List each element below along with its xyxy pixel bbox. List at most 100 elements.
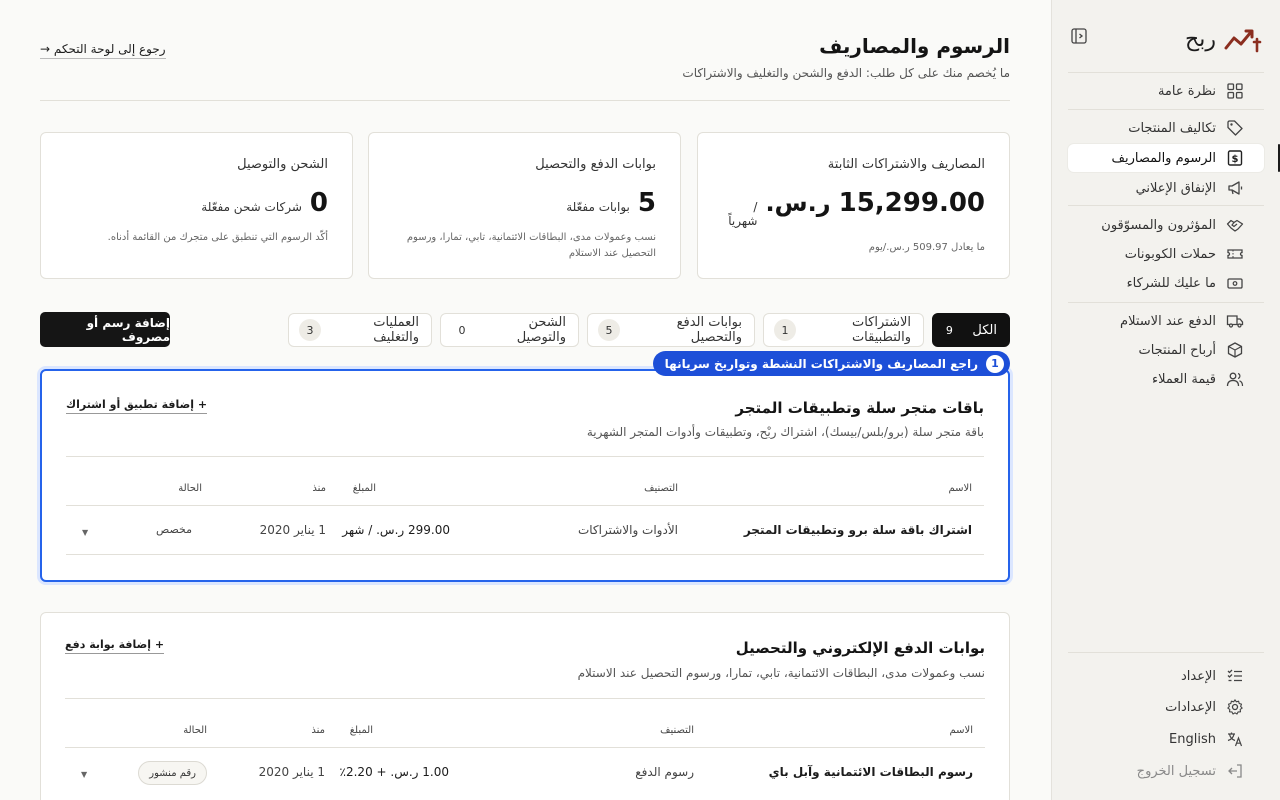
section-store-subscriptions: باقات متجر سلة وتطبيقات المتجر باقة متجر… xyxy=(40,369,1010,582)
col-header-amount: المبلغ xyxy=(349,725,373,736)
box-icon xyxy=(1226,341,1244,359)
nav-label: حملات الكوبونات xyxy=(1124,246,1216,262)
stat-card-payment-gateways: بوابات الدفع والتحصيل 5 بوابات مفعّلة نس… xyxy=(368,132,681,279)
status-badge: رقم منشور xyxy=(138,761,207,785)
stat-title: الشحن والتوصيل xyxy=(237,157,328,172)
nav-label: قيمة العملاء xyxy=(1152,371,1216,387)
tab-operations[interactable]: العمليات والتغليف 3 xyxy=(288,313,432,347)
row-since: 1 يناير 2020 xyxy=(258,765,325,779)
tour-callout: 1 راجع المصاريف والاشتراكات النشطة وتوار… xyxy=(652,351,1010,376)
row-name: اشتراك باقة سلة برو وتطبيقات المتجر xyxy=(743,523,972,537)
gear-icon xyxy=(1226,698,1244,716)
row-amount: 1.00 ر.س. + 2.20٪ xyxy=(339,765,449,779)
col-header-category: التصنيف xyxy=(660,725,694,736)
collapse-sidebar-icon[interactable] xyxy=(1070,27,1088,45)
nav-item-ad-spend[interactable]: الإنفاق الإعلاني xyxy=(1068,174,1264,202)
nav-label: تكاليف المنتجات xyxy=(1128,120,1216,136)
handshake-icon xyxy=(1226,216,1244,234)
svg-text:$: $ xyxy=(1232,154,1239,165)
nav-item-logout[interactable]: تسجيل الخروج xyxy=(1068,757,1264,785)
section-subtitle: نسب وعمولات مدى، البطاقات الائتمانية، تا… xyxy=(577,666,985,680)
nav-item-overview[interactable]: نظرة عامة xyxy=(1068,77,1264,105)
nav-item-product-profits[interactable]: أرباح المنتجات xyxy=(1068,336,1264,364)
tab-payment-gateways[interactable]: بوابات الدفع والتحصيل 5 xyxy=(587,313,755,347)
page-title: الرسوم والمصاريف xyxy=(819,34,1010,58)
callout-step-number: 1 xyxy=(986,354,1004,373)
section-payment-gateways: بوابات الدفع الإلكتروني والتحصيل نسب وعم… xyxy=(40,612,1010,800)
add-payment-gateway-link[interactable]: + إضافة بوابة دفع xyxy=(65,638,165,654)
nav-label: English xyxy=(1169,731,1216,747)
col-header-since: منذ xyxy=(312,483,326,494)
nav-item-setup[interactable]: الإعداد xyxy=(1068,662,1264,690)
col-header-category: التصنيف xyxy=(644,483,678,494)
divider xyxy=(66,456,984,457)
divider xyxy=(65,747,985,748)
checklist-icon xyxy=(1226,667,1244,685)
add-subscription-link[interactable]: + إضافة تطبيق أو اشتراك xyxy=(66,398,208,414)
nav-label: الإنفاق الإعلاني xyxy=(1135,180,1216,196)
sidebar-divider xyxy=(1068,109,1264,110)
sidebar-divider xyxy=(1068,302,1264,303)
nav-item-partners[interactable]: ما عليك للشركاء xyxy=(1068,269,1264,297)
tab-all[interactable]: الكل 9 xyxy=(932,313,1010,347)
banknote-icon xyxy=(1226,274,1244,292)
nav-item-product-costs[interactable]: تكاليف المنتجات xyxy=(1068,114,1264,142)
tab-label: بوابات الدفع والتحصيل xyxy=(676,315,742,345)
back-to-dashboard-link[interactable]: رجوع إلى لوحة التحكم → xyxy=(40,42,166,59)
col-header-since: منذ xyxy=(311,725,325,736)
sidebar-divider xyxy=(1068,205,1264,206)
tab-shipping[interactable]: الشحن والتوصيل 0 xyxy=(440,313,579,347)
col-header-name: الاسم xyxy=(949,725,973,736)
nav-label: تسجيل الخروج xyxy=(1136,763,1216,779)
brand: ربح xyxy=(1185,22,1264,56)
nav-item-customer-value[interactable]: قيمة العملاء xyxy=(1068,365,1264,393)
sidebar-divider xyxy=(1068,72,1264,73)
header-divider xyxy=(40,100,1010,101)
tab-label: الاشتراكات والتطبيقات xyxy=(851,315,911,345)
nav-item-settings[interactable]: الإعدادات xyxy=(1068,693,1264,721)
nav-item-cod[interactable]: الدفع عند الاستلام xyxy=(1068,307,1264,335)
divider xyxy=(65,698,985,699)
nav-item-language[interactable]: English xyxy=(1068,725,1264,753)
col-header-amount: المبلغ xyxy=(352,483,376,494)
row-status: مخصص xyxy=(155,523,192,536)
main-content: الرسوم والمصاريف ما يُخصم منك على كل طلب… xyxy=(40,0,1010,800)
stat-value: 0 xyxy=(309,188,328,218)
section-title: بوابات الدفع الإلكتروني والتحصيل xyxy=(735,639,985,657)
col-header-status: الحالة xyxy=(183,725,207,736)
stat-title: المصاريف والاشتراكات الثابتة xyxy=(827,157,985,172)
row-since: 1 يناير 2020 xyxy=(259,523,326,537)
brand-name: ربح xyxy=(1185,26,1216,52)
nav-label: ما عليك للشركاء xyxy=(1126,275,1216,291)
page-subtitle: ما يُخصم منك على كل طلب: الدفع والشحن وا… xyxy=(682,66,1010,80)
nav-item-coupons[interactable]: حملات الكوبونات xyxy=(1068,240,1264,268)
nav-item-fees-expenses[interactable]: $ الرسوم والمصاريف xyxy=(1068,144,1264,172)
dollar-receipt-icon: $ xyxy=(1226,149,1244,167)
nav-item-influencers[interactable]: المؤثرون والمسوّقون xyxy=(1068,211,1264,239)
col-header-status: الحالة xyxy=(178,483,202,494)
tab-label: الشحن والتوصيل xyxy=(516,315,566,345)
megaphone-icon xyxy=(1226,179,1244,197)
stat-note: نسب وعمولات مدى، البطاقات الائتمانية، تا… xyxy=(406,232,656,259)
tab-subscriptions[interactable]: الاشتراكات والتطبيقات 1 xyxy=(763,313,924,347)
row-expand-caret-icon[interactable]: ▼ xyxy=(81,770,87,779)
stat-card-shipping: الشحن والتوصيل 0 شركات شحن مفعّلة أكّد ا… xyxy=(40,132,353,279)
add-fee-button[interactable]: إضافة رسم أو مصروف xyxy=(40,312,170,347)
stat-currency: ر.س. xyxy=(765,189,831,217)
stat-unit: شركات شحن مفعّلة xyxy=(201,200,302,214)
stat-value: 15,299.00 xyxy=(838,188,985,218)
row-category: الأدوات والاشتراكات xyxy=(577,523,678,537)
brand-logo-icon xyxy=(1224,24,1264,54)
stat-note: أكّد الرسوم التي تنطبق على متجرك من القا… xyxy=(107,232,328,243)
row-amount: 299.00 ر.س. / شهر xyxy=(342,523,450,537)
ticket-icon xyxy=(1226,245,1244,263)
tab-label: العمليات والتغليف xyxy=(373,315,419,345)
tab-label: الكل xyxy=(972,322,997,338)
row-category: رسوم الدفع xyxy=(635,765,694,779)
tab-count: 9 xyxy=(938,319,961,341)
row-expand-caret-icon[interactable]: ▼ xyxy=(82,528,88,537)
nav-label: الإعدادات xyxy=(1165,699,1216,715)
nav-label: المؤثرون والمسوّقون xyxy=(1101,217,1216,233)
logout-icon xyxy=(1226,762,1244,780)
sidebar: ربح نظرة عامة تكاليف المنتجات $ الرسوم و… xyxy=(1051,0,1280,800)
